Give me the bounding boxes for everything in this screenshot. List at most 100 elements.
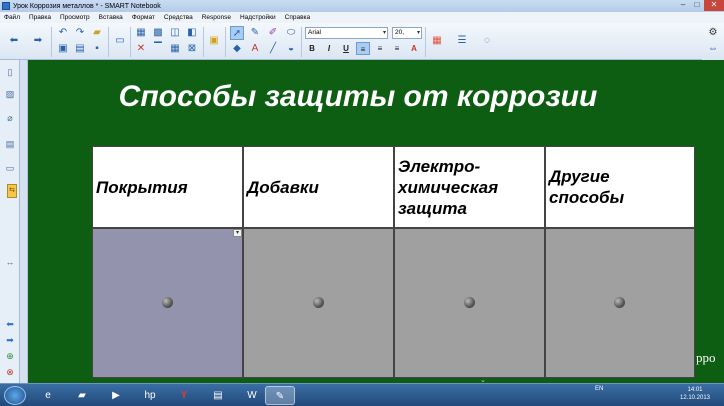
bold-button[interactable]: B: [305, 42, 319, 55]
add-page-icon[interactable]: ▣: [56, 42, 70, 56]
select-icon[interactable]: ➚: [230, 26, 244, 40]
open-folder-icon[interactable]: ▰: [90, 26, 104, 40]
italic-button[interactable]: I: [322, 42, 336, 55]
slide-title[interactable]: Способы защиты от коррозии: [28, 80, 688, 114]
text-color-icon[interactable]: A: [407, 42, 421, 55]
menu-format[interactable]: Формат: [132, 14, 155, 21]
minimize-button[interactable]: –: [676, 0, 690, 11]
ie-icon[interactable]: e: [33, 386, 63, 405]
attachments-icon[interactable]: ⌀: [4, 112, 16, 124]
forward-icon[interactable]: ➡: [31, 34, 45, 48]
table-cell[interactable]: [546, 229, 694, 377]
close-button[interactable]: ✕: [704, 0, 724, 11]
properties-tab-icon[interactable]: ▤: [4, 138, 16, 150]
window-title: Урок Коррозия металлов * - SMART Noteboo…: [13, 2, 161, 10]
creative-pen-icon[interactable]: ✐: [266, 26, 280, 40]
side-panel-tab[interactable]: ⇆: [7, 184, 17, 198]
back-icon[interactable]: ⬅: [7, 34, 21, 48]
full-screen-icon[interactable]: ▔: [151, 42, 165, 56]
menu-response[interactable]: Response: [202, 14, 231, 21]
menu-view[interactable]: Просмотр: [60, 14, 90, 21]
cell-handle-icon[interactable]: [312, 297, 324, 308]
save-icon[interactable]: ▪: [90, 42, 104, 56]
menu-file[interactable]: Файл: [4, 14, 20, 21]
cell-handle-icon[interactable]: [614, 297, 625, 308]
next-page-icon[interactable]: ➡: [4, 334, 16, 346]
start-button[interactable]: [4, 386, 26, 405]
language-indicator[interactable]: EN: [595, 386, 603, 392]
chevron-down-icon: ▾: [416, 30, 420, 36]
document-camera-icon[interactable]: ▩: [151, 26, 165, 40]
header-cell-coatings[interactable]: Покрытия: [93, 147, 242, 227]
table-cell[interactable]: [395, 229, 544, 377]
response-icon[interactable]: ▣: [207, 34, 221, 48]
text-icon[interactable]: A: [248, 42, 262, 56]
fill-icon[interactable]: ◒: [284, 42, 298, 56]
line-style-icon[interactable]: ☰: [455, 34, 469, 48]
screen-shade-icon[interactable]: ▭: [113, 34, 127, 48]
table-cell[interactable]: [244, 229, 393, 377]
menu-addons[interactable]: Надстройки: [240, 14, 276, 21]
partial-text: ppo: [696, 350, 716, 365]
side-panel: ▯ ▨ ⌀ ▤ ▭ ↔ ⬅ ➡ ⊕ ⊗: [0, 60, 20, 383]
underline-button[interactable]: U: [339, 42, 353, 55]
align-center-icon[interactable]: ≡: [373, 42, 387, 55]
line-icon[interactable]: ╱: [266, 42, 280, 56]
paste-icon[interactable]: ▦: [134, 26, 148, 40]
word-icon[interactable]: W: [237, 386, 267, 405]
color-palette-icon[interactable]: ▦: [430, 34, 444, 48]
smart-notebook-task-icon[interactable]: ✎: [265, 386, 295, 405]
yandex-icon[interactable]: Y: [169, 386, 199, 405]
menu-insert[interactable]: Вставка: [99, 14, 123, 21]
eraser-icon[interactable]: ⬭: [284, 26, 298, 40]
side-panel-splitter[interactable]: [20, 60, 28, 383]
delete-page-icon[interactable]: ▤: [73, 42, 87, 56]
header-cell-other[interactable]: Другие способы: [546, 147, 694, 227]
delete-page-side-icon[interactable]: ⊗: [4, 366, 16, 378]
table-icon[interactable]: ▦: [168, 42, 182, 56]
dock-arrows-icon[interactable]: ↔: [4, 256, 16, 268]
redo-icon[interactable]: ↷: [73, 26, 87, 40]
gallery-icon[interactable]: ▨: [4, 88, 16, 100]
transparency-icon[interactable]: ◌: [480, 34, 494, 48]
font-family-value: Arial: [308, 29, 322, 36]
screen-capture-icon[interactable]: ◫: [168, 26, 182, 40]
chevron-down-icon[interactable]: ⌄: [480, 376, 486, 383]
align-right-icon[interactable]: ≡: [390, 42, 404, 55]
delete-icon[interactable]: ✕: [134, 42, 148, 56]
capture-area-icon[interactable]: ◧: [185, 26, 199, 40]
gear-icon[interactable]: ⚙: [706, 26, 720, 40]
addons-icon[interactable]: ▭: [4, 162, 16, 174]
font-family-select[interactable]: Arial ▾: [305, 27, 388, 39]
table-cell[interactable]: ▾: [93, 229, 242, 377]
media-player-icon[interactable]: ▶: [101, 386, 131, 405]
move-toolbar-icon[interactable]: ⇔: [706, 42, 720, 56]
methods-table[interactable]: Покрытия Добавки Электро- химическая защ…: [92, 146, 695, 378]
clock-date: 12.10.2013: [679, 395, 711, 401]
add-page-side-icon[interactable]: ⊕: [4, 350, 16, 362]
menu-bar: Файл Правка Просмотр Вставка Формат Сред…: [0, 12, 724, 23]
page-sorter-icon[interactable]: ▯: [4, 66, 16, 78]
slide-canvas[interactable]: Способы защиты от коррозии Покрытия Доба…: [28, 60, 724, 383]
font-size-select[interactable]: 20, ▾: [392, 27, 422, 39]
header-cell-electrochemical[interactable]: Электро- химическая защита: [395, 147, 544, 227]
cell-handle-icon[interactable]: [463, 297, 475, 308]
maximize-button[interactable]: □: [690, 0, 704, 11]
align-left-icon[interactable]: ≡: [356, 42, 370, 55]
presentation-icon[interactable]: ▤: [203, 386, 233, 405]
properties-icon[interactable]: ⊠: [185, 42, 199, 56]
clock[interactable]: 14:01 12.10.2013: [672, 386, 718, 402]
menu-tools[interactable]: Средства: [164, 14, 193, 21]
undo-icon[interactable]: ↶: [56, 26, 70, 40]
main-toolbar: ⬅ ➡ ↶ ↷ ▰ ▣ ▤ ▪ ▭ ▦ ▩ ◫ ◧ ✕ ▔ ▦ ⊠ ▣ ➚ ✎ …: [0, 23, 724, 60]
pens-icon[interactable]: ✎: [248, 26, 262, 40]
hp-icon[interactable]: hp: [135, 386, 165, 405]
previous-page-icon[interactable]: ⬅: [4, 318, 16, 330]
menu-edit[interactable]: Правка: [29, 14, 51, 21]
explorer-icon[interactable]: ▰: [67, 386, 97, 405]
menu-help[interactable]: Справка: [285, 14, 311, 21]
shapes-icon[interactable]: ◆: [230, 42, 244, 56]
header-cell-additives[interactable]: Добавки: [244, 147, 393, 227]
cell-menu-icon[interactable]: ▾: [233, 229, 242, 237]
cell-handle-icon[interactable]: [161, 297, 173, 308]
